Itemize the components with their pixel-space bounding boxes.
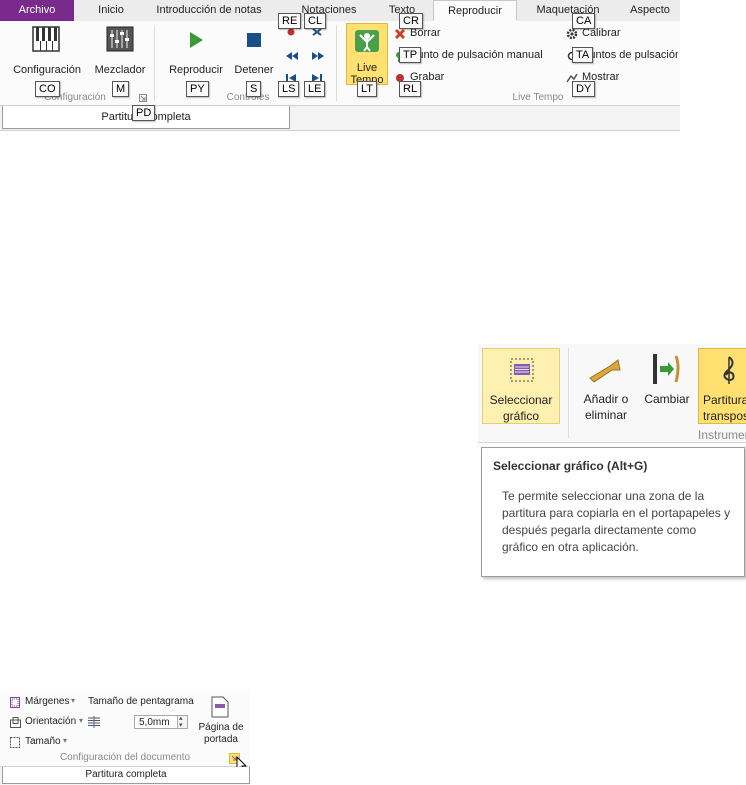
dialog-launcher-icon[interactable] <box>139 94 147 102</box>
title-page-icon <box>211 696 229 718</box>
keytip: TP <box>399 47 422 63</box>
change-instrument-icon <box>653 354 680 384</box>
detener-button[interactable]: Detener <box>232 25 276 81</box>
play-icon <box>190 32 203 48</box>
keytip: PD <box>132 105 156 121</box>
keytip: LT <box>357 81 378 97</box>
margenes-label: Márgenes <box>25 696 70 707</box>
keytip: PY <box>186 81 209 97</box>
select-graphic-icon <box>510 358 534 382</box>
page-size-icon <box>10 737 20 748</box>
punto-pulsacion-manual-label: Punto de pulsación manual <box>410 49 543 61</box>
treble-clef-icon <box>723 356 735 384</box>
tamano-pentagrama-input[interactable]: 5,0mm <box>134 715 178 729</box>
partitura-transpositora-button[interactable]: Partitura transpositora <box>698 348 746 424</box>
tamano-pentagrama-spinner[interactable]: ▴ ▾ <box>178 715 188 729</box>
cambiar-label: Cambiar <box>644 392 690 406</box>
pagina-portada-button[interactable]: Página de portada <box>196 696 246 754</box>
playback-ribbon: Archivo Inicio Introducción de notas Not… <box>0 0 680 131</box>
tab-inicio[interactable]: Inicio <box>78 0 144 21</box>
calibrar-button[interactable]: Calibrar <box>566 27 678 41</box>
tab-archivo[interactable]: Archivo <box>0 0 74 21</box>
cambiar-button[interactable]: Cambiar <box>638 348 696 408</box>
trumpet-icon <box>589 359 621 383</box>
keytip: S <box>246 81 262 97</box>
piano-keyboard-icon <box>32 26 60 52</box>
tamano-button[interactable]: Tamaño ▾ <box>8 736 74 750</box>
instrumentos-ribbon: Seleccionar gráfico Añadir o eliminar Ca… <box>478 344 746 443</box>
staff-size-icon <box>88 716 100 728</box>
document-setup-ribbon: Márgenes ▾ Orientación ▾ Tamaño ▾ Tamaño… <box>0 690 250 774</box>
detener-label: Detener <box>234 64 274 76</box>
dropdown-arrow-icon: ▾ <box>63 736 68 745</box>
seleccionar-grafico-button[interactable]: Seleccionar gráfico <box>482 348 560 424</box>
tooltip: Seleccionar gráfico (Alt+G) Te permite s… <box>481 447 745 577</box>
seleccionar-grafico-label: Seleccionar gráfico <box>489 393 553 423</box>
keytip: RL <box>399 81 422 97</box>
partitura-transpositora-label: Partitura transpositora <box>703 393 746 423</box>
borrar-button[interactable]: Borrar <box>394 27 554 41</box>
tamano-pentagrama-label: Tamaño de pentagrama <box>88 696 194 707</box>
reproducir-label: Reproducir <box>169 64 223 76</box>
pagina-portada-label: Página de portada <box>198 722 244 745</box>
configuracion-documento-group-label: Configuración del documento <box>59 752 191 763</box>
keytip: CR <box>399 13 423 29</box>
group-separator <box>154 25 155 101</box>
delete-icon <box>394 28 406 40</box>
anadir-eliminar-button[interactable]: Añadir o eliminar <box>576 348 636 424</box>
orientacion-label: Orientación <box>25 716 77 727</box>
orientacion-button[interactable]: Orientación ▾ <box>8 716 88 730</box>
spin-down-icon[interactable]: ▾ <box>179 721 183 729</box>
puntos-pulsacion-label: Puntos de pulsación <box>582 49 678 61</box>
dropdown-arrow-icon: ▾ <box>79 716 84 725</box>
tab-introduccion-notas[interactable]: Introducción de notas <box>148 0 270 21</box>
tab-maquetacion[interactable]: Maquetación <box>526 0 610 21</box>
tooltip-description: Te permite seleccionar una zona de la pa… <box>502 489 731 554</box>
mezclador-button[interactable]: Mezclador <box>92 25 148 81</box>
keytip: CL <box>304 13 327 29</box>
anadir-eliminar-label: Añadir o eliminar <box>583 392 629 422</box>
document-tab-partitura-completa[interactable]: Partitura completa <box>2 767 250 784</box>
document-tab-strip: Partitura completa <box>0 767 250 785</box>
stop-icon <box>247 33 261 47</box>
tab-aspecto[interactable]: Aspecto <box>620 0 680 21</box>
configuracion-button[interactable]: Configuración <box>10 25 84 81</box>
mixer-icon <box>106 26 134 52</box>
keytip: LE <box>304 81 326 97</box>
tab-reproducir[interactable]: Reproducir <box>433 0 517 21</box>
mezclador-label: Mezclador <box>94 64 146 76</box>
keytip: M <box>112 81 130 97</box>
rewind-icon[interactable] <box>285 51 299 61</box>
margins-icon <box>10 697 20 708</box>
keytip: DY <box>572 81 596 97</box>
configuracion-label: Configuración <box>13 64 81 76</box>
tamano-label: Tamaño <box>25 736 61 747</box>
dropdown-arrow-icon: ▾ <box>71 696 76 705</box>
margenes-button[interactable]: Márgenes ▾ <box>8 696 84 710</box>
keytip: RE <box>278 13 302 29</box>
calibrate-gear-icon <box>566 28 578 40</box>
document-tab-strip: Partitura completa <box>0 106 680 131</box>
group-separator <box>336 25 337 101</box>
tooltip-panel: Seleccionar gráfico Añadir o eliminar Ca… <box>478 344 746 577</box>
conductor-icon <box>355 30 379 52</box>
document-setup-panel: Márgenes ▾ Orientación ▾ Tamaño ▾ Tamaño… <box>0 690 250 785</box>
group-separator <box>568 348 569 438</box>
orientation-icon <box>10 717 21 728</box>
tooltip-title: Seleccionar gráfico (Alt+G) <box>493 459 648 473</box>
keytip: TA <box>572 47 594 63</box>
keytip: CO <box>35 81 60 97</box>
fast-forward-icon[interactable] <box>311 51 325 61</box>
reproducir-button[interactable]: Reproducir <box>166 25 226 81</box>
instrumentos-group-label: Instrumentos <box>698 428 746 442</box>
keytip: CA <box>572 13 596 29</box>
keytip: LS <box>278 81 300 97</box>
live-tempo-button[interactable]: Live Tempo <box>346 23 388 86</box>
